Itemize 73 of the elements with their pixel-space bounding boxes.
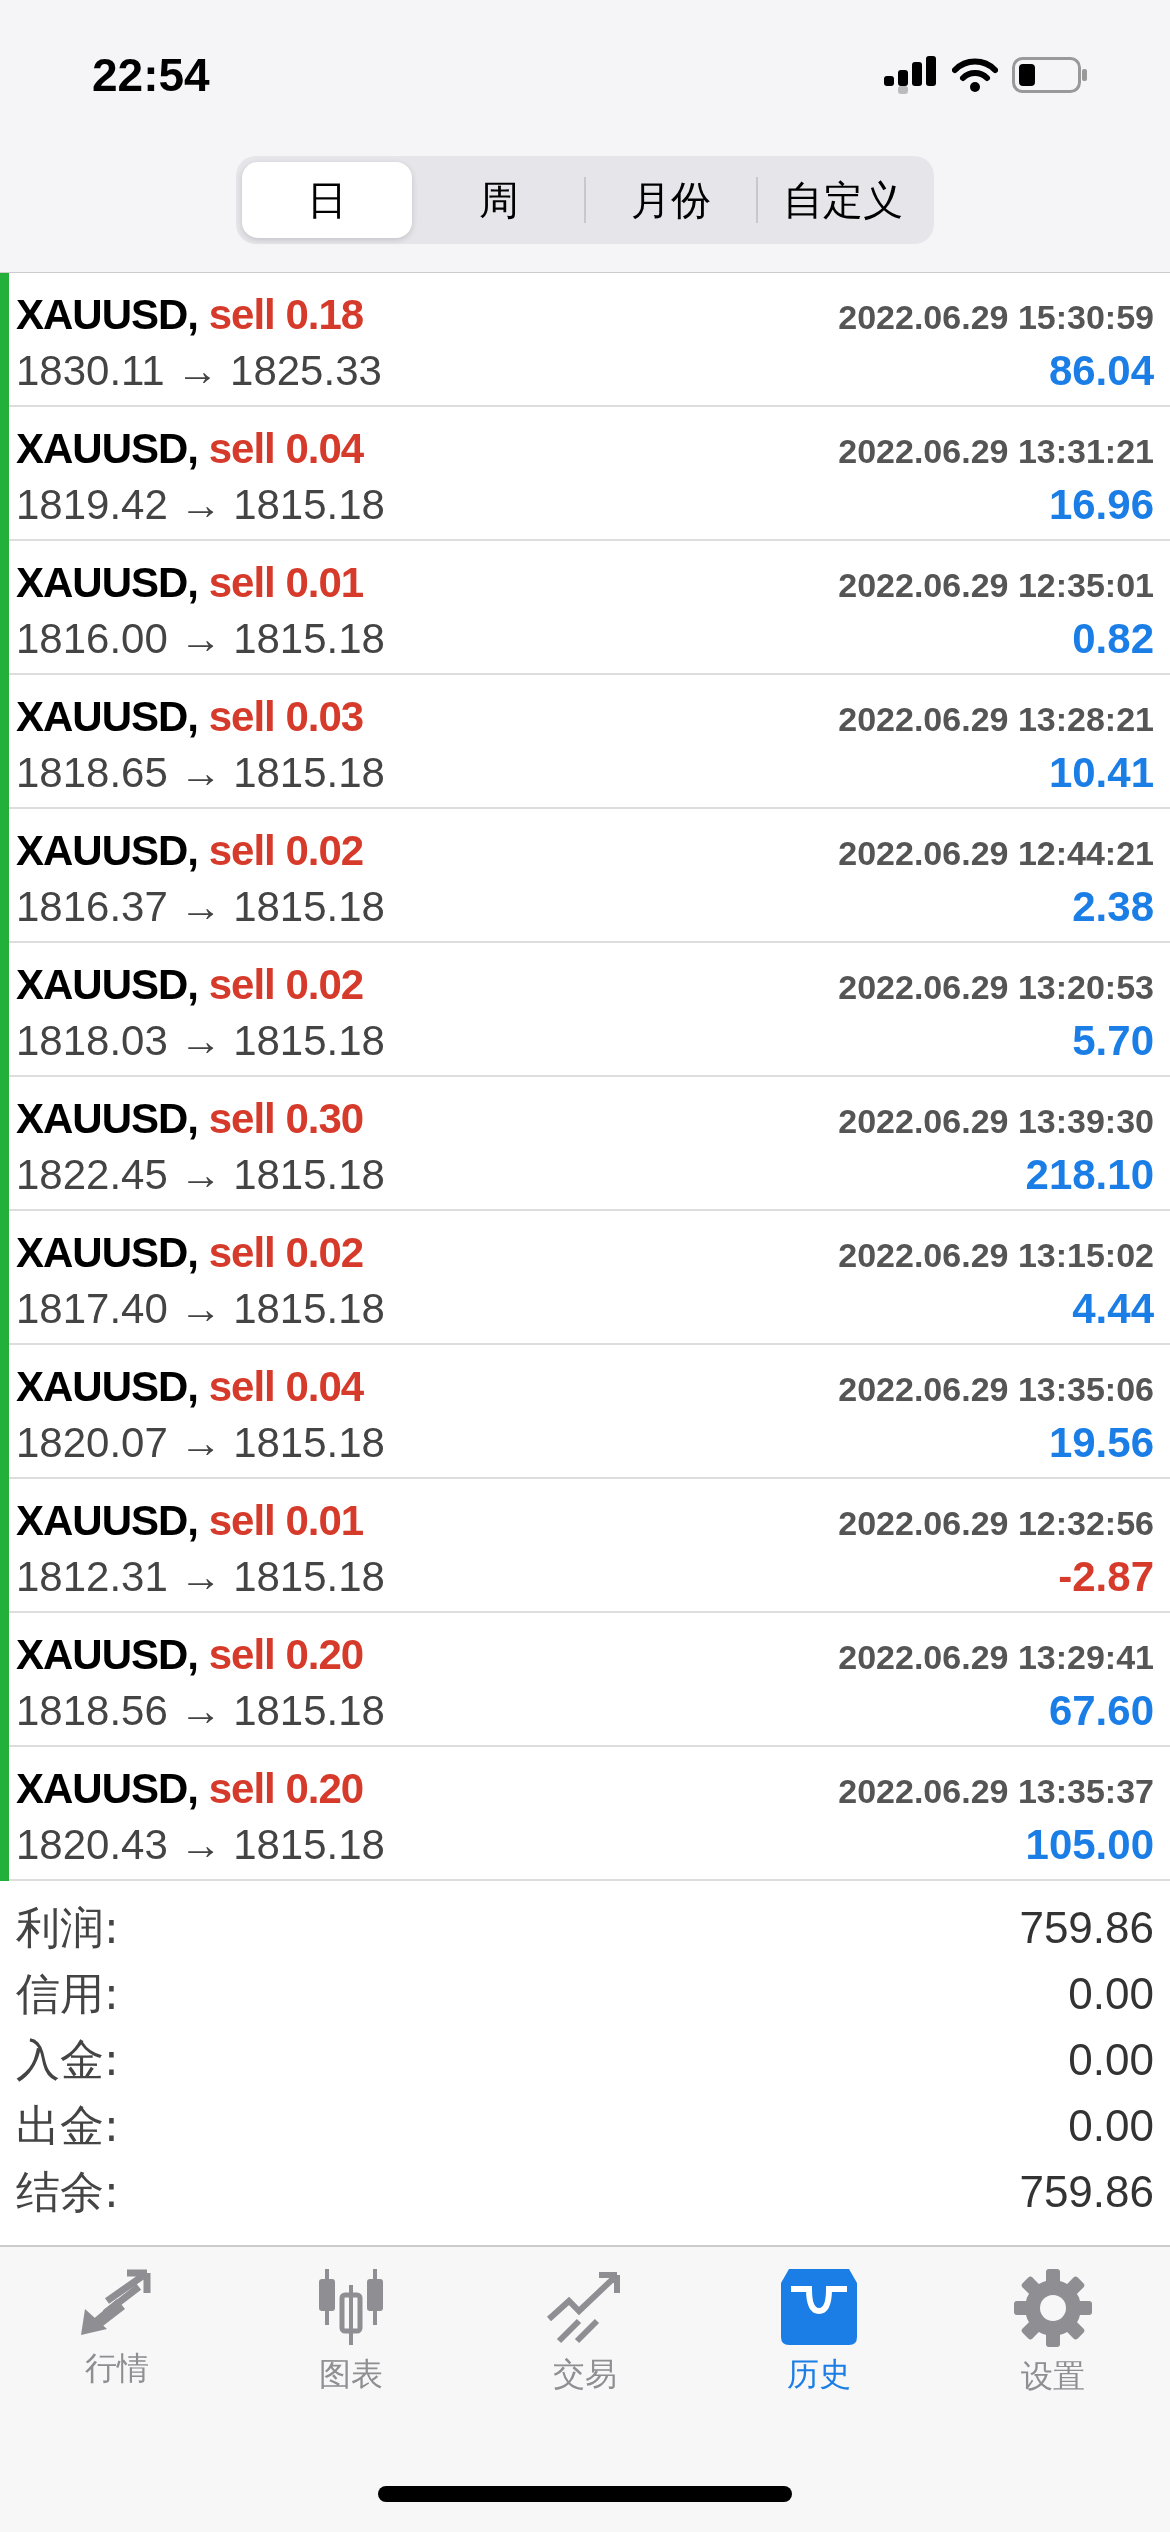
deal-prices: 1820.07 → 1815.18 <box>16 1419 385 1467</box>
deal-time: 2022.06.29 13:29:41 <box>838 1638 1154 1677</box>
deal-time: 2022.06.29 13:39:30 <box>838 1102 1154 1141</box>
deal-title: XAUUSD, sell 0.20 <box>16 1765 364 1813</box>
deal-prices: 1817.40 → 1815.18 <box>16 1285 385 1333</box>
deal-title: XAUUSD, sell 0.20 <box>16 1631 364 1679</box>
deal-title: XAUUSD, sell 0.04 <box>16 1363 364 1411</box>
signal-icon <box>884 56 938 94</box>
period-tab[interactable]: 自定义 <box>758 162 928 238</box>
deal-profit: 0.82 <box>1072 615 1154 663</box>
deal-profit: 4.44 <box>1072 1285 1154 1333</box>
deal-profit: 16.96 <box>1048 481 1154 529</box>
deal-profit: -2.87 <box>1058 1553 1154 1601</box>
inbox-tray-icon <box>779 2269 859 2345</box>
deal-prices: 1816.00 → 1815.18 <box>16 615 385 663</box>
deal-profit: 19.56 <box>1048 1419 1154 1467</box>
nav-tab[interactable]: 图表 <box>261 2263 441 2403</box>
deal-title: XAUUSD, sell 0.02 <box>16 961 364 1009</box>
summary-label: 利润: <box>16 1900 119 1955</box>
period-tab[interactable]: 周 <box>414 162 584 238</box>
deal-title: XAUUSD, sell 0.04 <box>16 425 364 473</box>
deal-time: 2022.06.29 12:32:56 <box>838 1504 1154 1543</box>
period-tab[interactable]: 日 <box>242 162 412 238</box>
deal-time: 2022.06.29 13:31:21 <box>838 432 1154 471</box>
deal-profit: 86.04 <box>1048 347 1154 395</box>
deal-time: 2022.06.29 12:35:01 <box>838 566 1154 605</box>
summary-label: 出金: <box>16 2098 119 2153</box>
deal-title: XAUUSD, sell 0.01 <box>16 1497 364 1545</box>
deal-prices: 1818.65 → 1815.18 <box>16 749 385 797</box>
deal-prices: 1820.43 → 1815.18 <box>16 1821 385 1869</box>
summary-value: 0.00 <box>1068 2101 1154 2151</box>
deal-title: XAUUSD, sell 0.18 <box>16 291 364 339</box>
deal-prices: 1818.56 → 1815.18 <box>16 1687 385 1735</box>
deal-time: 2022.06.29 12:44:21 <box>838 834 1154 873</box>
deal-title: XAUUSD, sell 0.02 <box>16 1229 364 1277</box>
deal-title: XAUUSD, sell 0.02 <box>16 827 364 875</box>
deal-time: 2022.06.29 15:30:59 <box>838 298 1154 337</box>
deal-prices: 1822.45 → 1815.18 <box>16 1151 385 1199</box>
summary-value: 759.86 <box>1019 1903 1154 1953</box>
battery-icon <box>1012 57 1088 93</box>
deal-prices: 1818.03 → 1815.18 <box>16 1017 385 1065</box>
deal-time: 2022.06.29 13:20:53 <box>838 968 1154 1007</box>
deal-profit: 105.00 <box>1025 1821 1154 1869</box>
deal-time: 2022.06.29 13:28:21 <box>838 700 1154 739</box>
summary-label: 结余: <box>16 2164 119 2219</box>
summary-value: 0.00 <box>1068 2035 1154 2085</box>
deal-prices: 1819.42 → 1815.18 <box>16 481 385 529</box>
deal-profit: 10.41 <box>1048 749 1154 797</box>
wifi-icon <box>952 58 998 92</box>
deal-profit: 67.60 <box>1048 1687 1154 1735</box>
summary-value: 0.00 <box>1068 1969 1154 2019</box>
deal-prices: 1816.37 → 1815.18 <box>16 883 385 931</box>
deal-time: 2022.06.29 13:35:37 <box>838 1772 1154 1811</box>
nav-tab[interactable]: 设置 <box>963 2263 1143 2405</box>
deal-time: 2022.06.29 13:15:02 <box>838 1236 1154 1275</box>
deal-profit: 2.38 <box>1072 883 1154 931</box>
summary-label: 入金: <box>16 2032 119 2087</box>
deal-time: 2022.06.29 13:35:06 <box>838 1370 1154 1409</box>
deal-prices: 1830.11 → 1825.33 <box>16 347 382 395</box>
deal-title: XAUUSD, sell 0.01 <box>16 559 364 607</box>
status-time: 22:54 <box>92 48 210 102</box>
summary-value: 759.86 <box>1019 2167 1154 2217</box>
settings-icon <box>1014 2269 1092 2347</box>
period-tab[interactable]: 月份 <box>586 162 756 238</box>
deal-profit: 218.10 <box>1025 1151 1154 1199</box>
deal-title: XAUUSD, sell 0.03 <box>16 693 364 741</box>
deal-title: XAUUSD, sell 0.30 <box>16 1095 364 1143</box>
summary-label: 信用: <box>16 1966 119 2021</box>
nav-tab[interactable]: 交易 <box>495 2263 675 2403</box>
deal-prices: 1812.31 → 1815.18 <box>16 1553 385 1601</box>
nav-tab[interactable]: 历史 <box>729 2263 909 2403</box>
deal-profit: 5.70 <box>1072 1017 1154 1065</box>
nav-tab[interactable]: 行情 <box>27 2263 207 2397</box>
